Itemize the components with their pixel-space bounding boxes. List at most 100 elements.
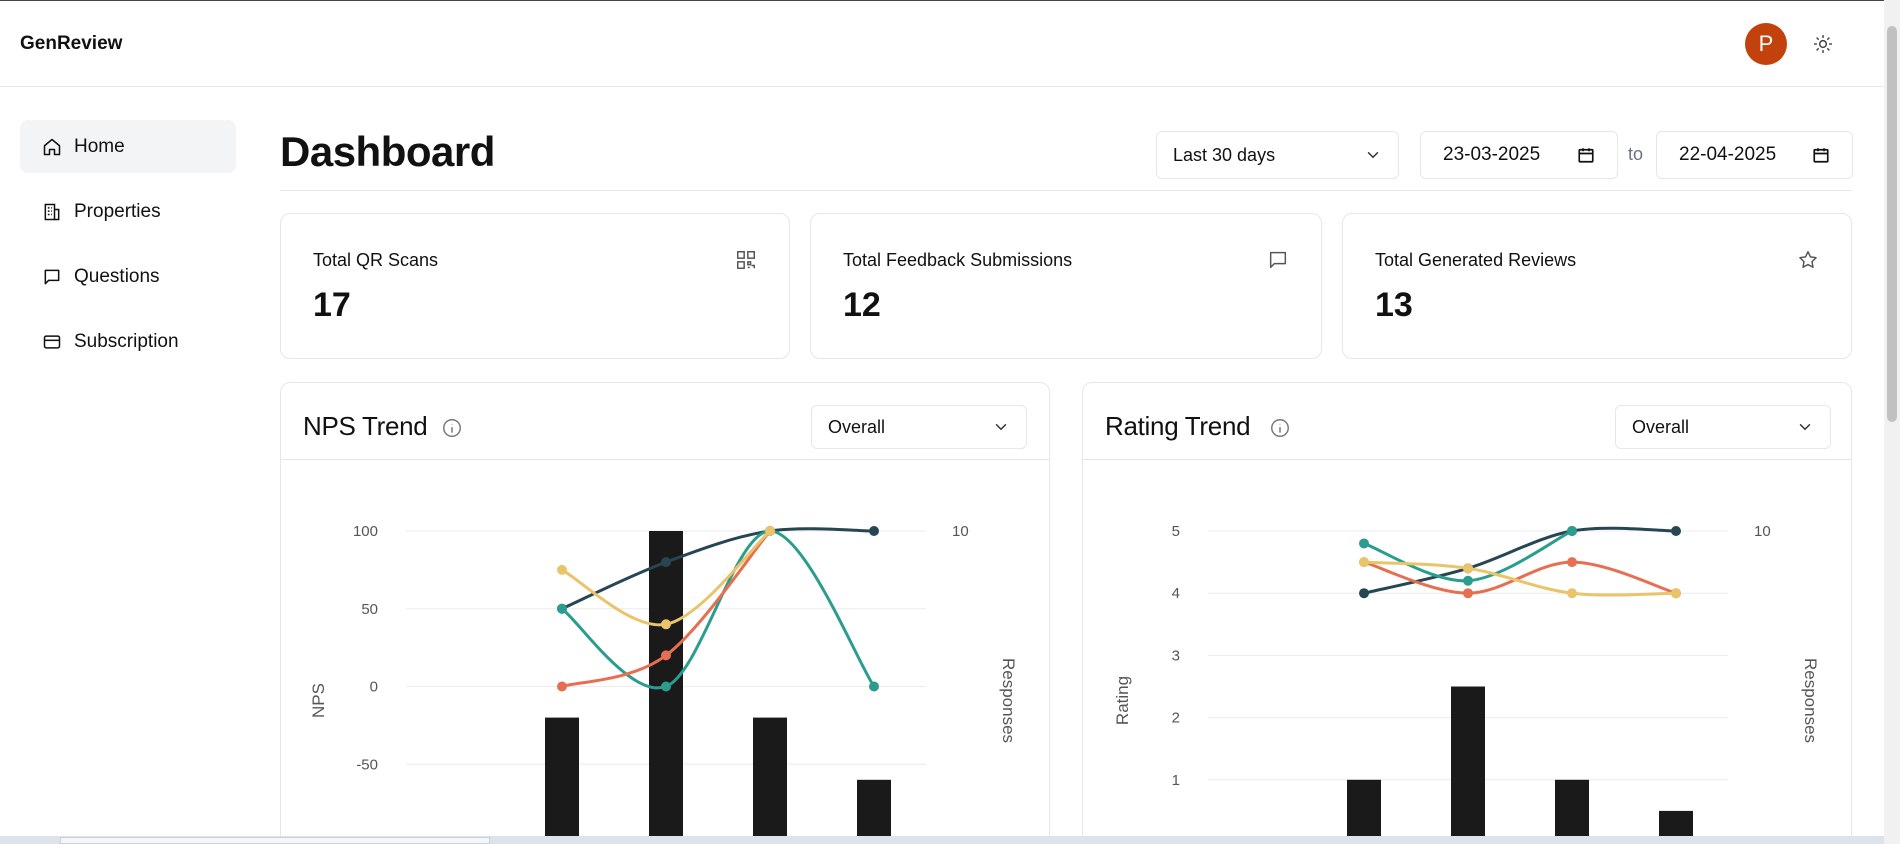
rating-filter-select[interactable]: Overall xyxy=(1615,405,1831,449)
sidebar-item-properties[interactable]: Properties xyxy=(20,185,236,238)
y2-tick-label: 10 xyxy=(952,523,969,540)
series-point xyxy=(557,681,567,692)
chart-header: Rating Trend Overall xyxy=(1083,383,1851,460)
y2-axis-title: Responses xyxy=(999,658,1018,743)
chart-title: Rating Trend xyxy=(1105,411,1251,441)
y-tick-label: -50 xyxy=(356,756,378,773)
sidebar-item-questions[interactable]: Questions xyxy=(20,250,236,303)
stat-value: 13 xyxy=(1375,286,1413,324)
y-tick-label: 4 xyxy=(1172,585,1180,602)
y-tick-label: 100 xyxy=(353,523,378,540)
y-tick-label: 50 xyxy=(361,601,378,618)
stat-value: 17 xyxy=(313,286,351,324)
series-point xyxy=(661,619,671,630)
page-title: Dashboard xyxy=(280,128,495,175)
chart-header: NPS Trend Overall xyxy=(281,383,1049,460)
stat-card-feedback: Total Feedback Submissions 12 xyxy=(810,213,1322,359)
page-scrollbar[interactable] xyxy=(1884,0,1900,844)
nps-filter-value: Overall xyxy=(828,416,886,437)
stat-label: Total Feedback Submissions xyxy=(843,250,1073,270)
series-point xyxy=(661,681,671,692)
response-bar xyxy=(753,717,787,842)
chevron-down-icon xyxy=(1367,152,1379,159)
sidebar: Home Properties Questions Subscription xyxy=(0,88,250,844)
date-range-separator: to xyxy=(1628,144,1644,164)
top-bar: GenReview P xyxy=(0,0,1900,87)
user-avatar[interactable]: P xyxy=(1745,23,1787,65)
info-icon[interactable] xyxy=(441,417,463,439)
stat-card-qr-scans: Total QR Scans 17 xyxy=(280,213,790,359)
end-date-value: 22-04-2025 xyxy=(1679,144,1777,165)
bottom-tab xyxy=(60,837,490,844)
y-axis-title: Rating xyxy=(1113,676,1132,725)
series-point xyxy=(557,603,567,614)
sidebar-item-label: Questions xyxy=(74,265,160,287)
sidebar-item-label: Properties xyxy=(74,200,161,222)
series-point xyxy=(1359,538,1369,549)
series-point xyxy=(557,564,567,575)
stat-label: Total Generated Reviews xyxy=(1375,250,1577,270)
y-tick-label: 0 xyxy=(370,679,378,696)
y-tick-label: 3 xyxy=(1172,647,1180,664)
rating-trend-chart: 543210100RatingResponses xyxy=(1113,523,1820,844)
stat-card-reviews: Total Generated Reviews 13 xyxy=(1342,213,1852,359)
series-point xyxy=(1359,588,1369,599)
sun-icon xyxy=(1813,34,1833,54)
rating-trend-card: Rating Trend Overall 543210100RatingResp… xyxy=(1082,382,1852,844)
home-icon xyxy=(42,137,62,157)
series-point xyxy=(765,526,775,536)
series-point xyxy=(1567,526,1577,536)
series-point xyxy=(869,681,879,692)
message-square-icon xyxy=(1269,251,1287,269)
y-axis-title: NPS xyxy=(309,683,328,718)
chevron-down-icon xyxy=(1799,424,1811,431)
series-point xyxy=(1671,526,1681,536)
start-date-input[interactable]: 23-03-2025 xyxy=(1420,131,1618,179)
series-point xyxy=(1463,588,1473,599)
end-date-input[interactable]: 22-04-2025 xyxy=(1656,131,1853,179)
chevron-down-icon xyxy=(995,424,1007,431)
nps-trend-card: NPS Trend Overall 100500-50-100100NPSRes… xyxy=(280,382,1050,844)
response-bar xyxy=(1555,779,1589,842)
response-bar xyxy=(1451,686,1485,842)
calendar-icon xyxy=(1578,148,1594,163)
response-bar xyxy=(857,779,891,842)
stat-label: Total QR Scans xyxy=(313,250,439,270)
y-tick-label: 2 xyxy=(1172,710,1180,727)
info-icon[interactable] xyxy=(1269,417,1291,439)
nps-filter-select[interactable]: Overall xyxy=(811,405,1027,449)
rating-filter-value: Overall xyxy=(1632,416,1690,437)
sidebar-item-home[interactable]: Home xyxy=(20,120,236,173)
sidebar-item-subscription[interactable]: Subscription xyxy=(20,315,236,368)
message-square-icon xyxy=(42,267,62,287)
series-point xyxy=(1671,588,1681,599)
theme-toggle-button[interactable] xyxy=(1810,31,1836,57)
brand-logo[interactable]: GenReview xyxy=(20,33,122,55)
star-icon xyxy=(1799,251,1817,268)
response-bar xyxy=(1347,779,1381,842)
credit-card-icon xyxy=(42,332,62,352)
series-point xyxy=(1463,563,1473,574)
y-tick-label: 5 xyxy=(1172,523,1180,540)
series-point xyxy=(661,557,671,568)
date-range-value: Last 30 days xyxy=(1173,144,1276,165)
chart-title: NPS Trend xyxy=(303,411,428,441)
header-divider xyxy=(280,190,1852,191)
scrollbar-thumb[interactable] xyxy=(1887,26,1897,422)
sidebar-item-label: Home xyxy=(74,135,125,157)
series-point xyxy=(1567,588,1577,599)
stat-value: 12 xyxy=(843,286,881,324)
series-point xyxy=(869,526,879,536)
nps-trend-chart: 100500-50-100100NPSResponses xyxy=(309,523,1018,844)
date-range-select[interactable]: Last 30 days xyxy=(1156,131,1399,179)
y2-axis-title: Responses xyxy=(1801,658,1820,743)
calendar-icon xyxy=(1813,148,1829,163)
y2-tick-label: 10 xyxy=(1754,523,1771,540)
response-bar xyxy=(545,717,579,842)
sidebar-item-label: Subscription xyxy=(74,330,179,352)
start-date-value: 23-03-2025 xyxy=(1443,144,1541,165)
series-point xyxy=(1567,557,1577,568)
series-line xyxy=(561,529,876,690)
series-point xyxy=(661,650,671,661)
y-tick-label: 1 xyxy=(1172,772,1180,789)
